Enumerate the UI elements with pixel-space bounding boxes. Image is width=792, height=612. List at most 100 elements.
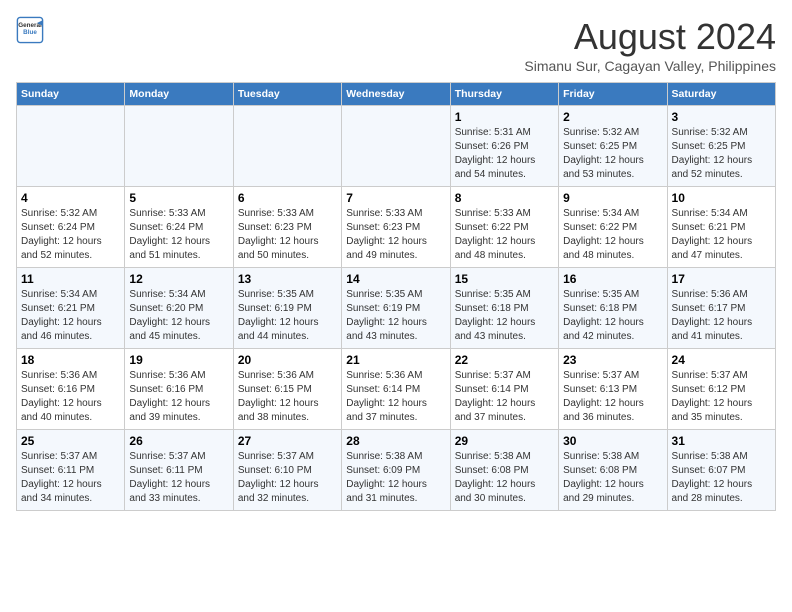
day-info: Sunrise: 5:33 AM Sunset: 6:23 PM Dayligh… bbox=[238, 208, 319, 261]
day-info: Sunrise: 5:34 AM Sunset: 6:21 PM Dayligh… bbox=[672, 208, 753, 261]
calendar-cell: 23Sunrise: 5:37 AM Sunset: 6:13 PM Dayli… bbox=[559, 349, 667, 430]
day-info: Sunrise: 5:37 AM Sunset: 6:13 PM Dayligh… bbox=[563, 370, 644, 423]
calendar-cell: 31 Sunrise: 5:38 AM Sunset: 6:07 PM Dayli… bbox=[667, 430, 775, 511]
calendar-cell: 22 Sunrise: 5:37 AM Sunset: 6:14 PM Dayli… bbox=[450, 349, 558, 430]
day-number: 16 bbox=[563, 272, 662, 286]
day-number: 13 bbox=[238, 272, 337, 286]
day-number: 18 bbox=[21, 353, 120, 367]
calendar-cell: 16 Sunrise: 5:35 AM Sunset: 6:18 PM Dayli… bbox=[559, 268, 667, 349]
week-row-4: 18 Sunrise: 5:36 AM Sunset: 6:16 PM Dayli… bbox=[17, 349, 776, 430]
calendar-cell bbox=[125, 106, 233, 187]
day-number: 10 bbox=[672, 191, 771, 205]
day-header-monday: Monday bbox=[125, 83, 233, 106]
day-number: 12 bbox=[129, 272, 228, 286]
day-number: 4 bbox=[21, 191, 120, 205]
day-info: Sunrise: 5:36 AM Sunset: 6:16 PM Dayligh… bbox=[129, 370, 210, 423]
calendar-cell bbox=[233, 106, 341, 187]
day-info: Sunrise: 5:36 AM Sunset: 6:17 PM Dayligh… bbox=[672, 289, 753, 342]
day-number: 31 bbox=[672, 434, 771, 448]
day-number: 20 bbox=[238, 353, 337, 367]
day-number: 7 bbox=[346, 191, 445, 205]
day-info: Sunrise: 5:32 AM Sunset: 6:24 PM Dayligh… bbox=[21, 208, 102, 261]
day-info: Sunrise: 5:38 AM Sunset: 6:08 PM Dayligh… bbox=[455, 451, 536, 504]
week-row-3: 11 Sunrise: 5:34 AM Sunset: 6:21 PM Dayli… bbox=[17, 268, 776, 349]
header-row: SundayMondayTuesdayWednesdayThursdayFrid… bbox=[17, 83, 776, 106]
calendar-cell: 21 Sunrise: 5:36 AM Sunset: 6:14 PM Dayli… bbox=[342, 349, 450, 430]
day-info: Sunrise: 5:34 AM Sunset: 6:21 PM Dayligh… bbox=[21, 289, 102, 342]
calendar-cell: 30Sunrise: 5:38 AM Sunset: 6:08 PM Dayli… bbox=[559, 430, 667, 511]
day-info: Sunrise: 5:34 AM Sunset: 6:22 PM Dayligh… bbox=[563, 208, 644, 261]
calendar-cell: 8 Sunrise: 5:33 AM Sunset: 6:22 PM Daylig… bbox=[450, 187, 558, 268]
calendar-cell: 10 Sunrise: 5:34 AM Sunset: 6:21 PM Dayli… bbox=[667, 187, 775, 268]
day-number: 25 bbox=[21, 434, 120, 448]
day-header-wednesday: Wednesday bbox=[342, 83, 450, 106]
day-number: 15 bbox=[455, 272, 554, 286]
day-info: Sunrise: 5:33 AM Sunset: 6:22 PM Dayligh… bbox=[455, 208, 536, 261]
day-header-friday: Friday bbox=[559, 83, 667, 106]
day-number: 9 bbox=[563, 191, 662, 205]
day-number: 24 bbox=[672, 353, 771, 367]
day-info: Sunrise: 5:38 AM Sunset: 6:09 PM Dayligh… bbox=[346, 451, 427, 504]
calendar-cell: 28 Sunrise: 5:38 AM Sunset: 6:09 PM Dayli… bbox=[342, 430, 450, 511]
calendar-cell: 13Sunrise: 5:35 AM Sunset: 6:19 PM Dayli… bbox=[233, 268, 341, 349]
week-row-2: 4 Sunrise: 5:32 AM Sunset: 6:24 PM Daylig… bbox=[17, 187, 776, 268]
day-info: Sunrise: 5:37 AM Sunset: 6:11 PM Dayligh… bbox=[129, 451, 210, 504]
calendar-cell: 3 Sunrise: 5:32 AM Sunset: 6:25 PM Daylig… bbox=[667, 106, 775, 187]
day-info: Sunrise: 5:37 AM Sunset: 6:11 PM Dayligh… bbox=[21, 451, 102, 504]
calendar-cell: 18 Sunrise: 5:36 AM Sunset: 6:16 PM Dayli… bbox=[17, 349, 125, 430]
day-number: 8 bbox=[455, 191, 554, 205]
day-info: Sunrise: 5:36 AM Sunset: 6:14 PM Dayligh… bbox=[346, 370, 427, 423]
calendar-cell: 27Sunrise: 5:37 AM Sunset: 6:10 PM Dayli… bbox=[233, 430, 341, 511]
day-info: Sunrise: 5:36 AM Sunset: 6:15 PM Dayligh… bbox=[238, 370, 319, 423]
calendar-cell: 15 Sunrise: 5:35 AM Sunset: 6:18 PM Dayli… bbox=[450, 268, 558, 349]
calendar-cell bbox=[17, 106, 125, 187]
day-info: Sunrise: 5:31 AM Sunset: 6:26 PM Dayligh… bbox=[455, 127, 536, 180]
calendar-cell: 6 Sunrise: 5:33 AM Sunset: 6:23 PM Daylig… bbox=[233, 187, 341, 268]
day-number: 5 bbox=[129, 191, 228, 205]
page-subtitle: Simanu Sur, Cagayan Valley, Philippines bbox=[524, 58, 776, 74]
calendar-cell: 14Sunrise: 5:35 AM Sunset: 6:19 PM Dayli… bbox=[342, 268, 450, 349]
week-row-1: 1 Sunrise: 5:31 AM Sunset: 6:26 PM Daylig… bbox=[17, 106, 776, 187]
day-info: Sunrise: 5:33 AM Sunset: 6:24 PM Dayligh… bbox=[129, 208, 210, 261]
calendar-cell: 1 Sunrise: 5:31 AM Sunset: 6:26 PM Daylig… bbox=[450, 106, 558, 187]
day-info: Sunrise: 5:35 AM Sunset: 6:18 PM Dayligh… bbox=[455, 289, 536, 342]
day-info: Sunrise: 5:33 AM Sunset: 6:23 PM Dayligh… bbox=[346, 208, 427, 261]
calendar-cell: 17 Sunrise: 5:36 AM Sunset: 6:17 PM Dayli… bbox=[667, 268, 775, 349]
day-number: 1 bbox=[455, 110, 554, 124]
week-row-5: 25 Sunrise: 5:37 AM Sunset: 6:11 PM Dayli… bbox=[17, 430, 776, 511]
day-info: Sunrise: 5:32 AM Sunset: 6:25 PM Dayligh… bbox=[563, 127, 644, 180]
calendar-cell: 4 Sunrise: 5:32 AM Sunset: 6:24 PM Daylig… bbox=[17, 187, 125, 268]
calendar-cell: 2 Sunrise: 5:32 AM Sunset: 6:25 PM Daylig… bbox=[559, 106, 667, 187]
day-number: 2 bbox=[563, 110, 662, 124]
day-info: Sunrise: 5:38 AM Sunset: 6:07 PM Dayligh… bbox=[672, 451, 753, 504]
calendar-cell bbox=[342, 106, 450, 187]
day-number: 22 bbox=[455, 353, 554, 367]
day-info: Sunrise: 5:32 AM Sunset: 6:25 PM Dayligh… bbox=[672, 127, 753, 180]
day-info: Sunrise: 5:35 AM Sunset: 6:19 PM Dayligh… bbox=[346, 289, 427, 342]
calendar-cell: 29Sunrise: 5:38 AM Sunset: 6:08 PM Dayli… bbox=[450, 430, 558, 511]
day-number: 21 bbox=[346, 353, 445, 367]
svg-text:Blue: Blue bbox=[23, 29, 37, 36]
calendar-cell: 24 Sunrise: 5:37 AM Sunset: 6:12 PM Dayli… bbox=[667, 349, 775, 430]
header: General Blue August 2024 Simanu Sur, Cag… bbox=[16, 16, 776, 74]
calendar-cell: 20 Sunrise: 5:36 AM Sunset: 6:15 PM Dayli… bbox=[233, 349, 341, 430]
calendar-cell: 25 Sunrise: 5:37 AM Sunset: 6:11 PM Dayli… bbox=[17, 430, 125, 511]
day-number: 17 bbox=[672, 272, 771, 286]
day-number: 28 bbox=[346, 434, 445, 448]
day-info: Sunrise: 5:37 AM Sunset: 6:12 PM Dayligh… bbox=[672, 370, 753, 423]
calendar-cell: 11 Sunrise: 5:34 AM Sunset: 6:21 PM Dayli… bbox=[17, 268, 125, 349]
day-header-tuesday: Tuesday bbox=[233, 83, 341, 106]
calendar-cell: 7 Sunrise: 5:33 AM Sunset: 6:23 PM Daylig… bbox=[342, 187, 450, 268]
day-number: 11 bbox=[21, 272, 120, 286]
day-info: Sunrise: 5:36 AM Sunset: 6:16 PM Dayligh… bbox=[21, 370, 102, 423]
calendar-cell: 12 Sunrise: 5:34 AM Sunset: 6:20 PM Dayli… bbox=[125, 268, 233, 349]
calendar-cell: 9 Sunrise: 5:34 AM Sunset: 6:22 PM Daylig… bbox=[559, 187, 667, 268]
day-info: Sunrise: 5:35 AM Sunset: 6:18 PM Dayligh… bbox=[563, 289, 644, 342]
day-number: 3 bbox=[672, 110, 771, 124]
day-info: Sunrise: 5:34 AM Sunset: 6:20 PM Dayligh… bbox=[129, 289, 210, 342]
day-header-thursday: Thursday bbox=[450, 83, 558, 106]
day-info: Sunrise: 5:38 AM Sunset: 6:08 PM Dayligh… bbox=[563, 451, 644, 504]
day-info: Sunrise: 5:37 AM Sunset: 6:14 PM Dayligh… bbox=[455, 370, 536, 423]
day-number: 6 bbox=[238, 191, 337, 205]
day-number: 19 bbox=[129, 353, 228, 367]
